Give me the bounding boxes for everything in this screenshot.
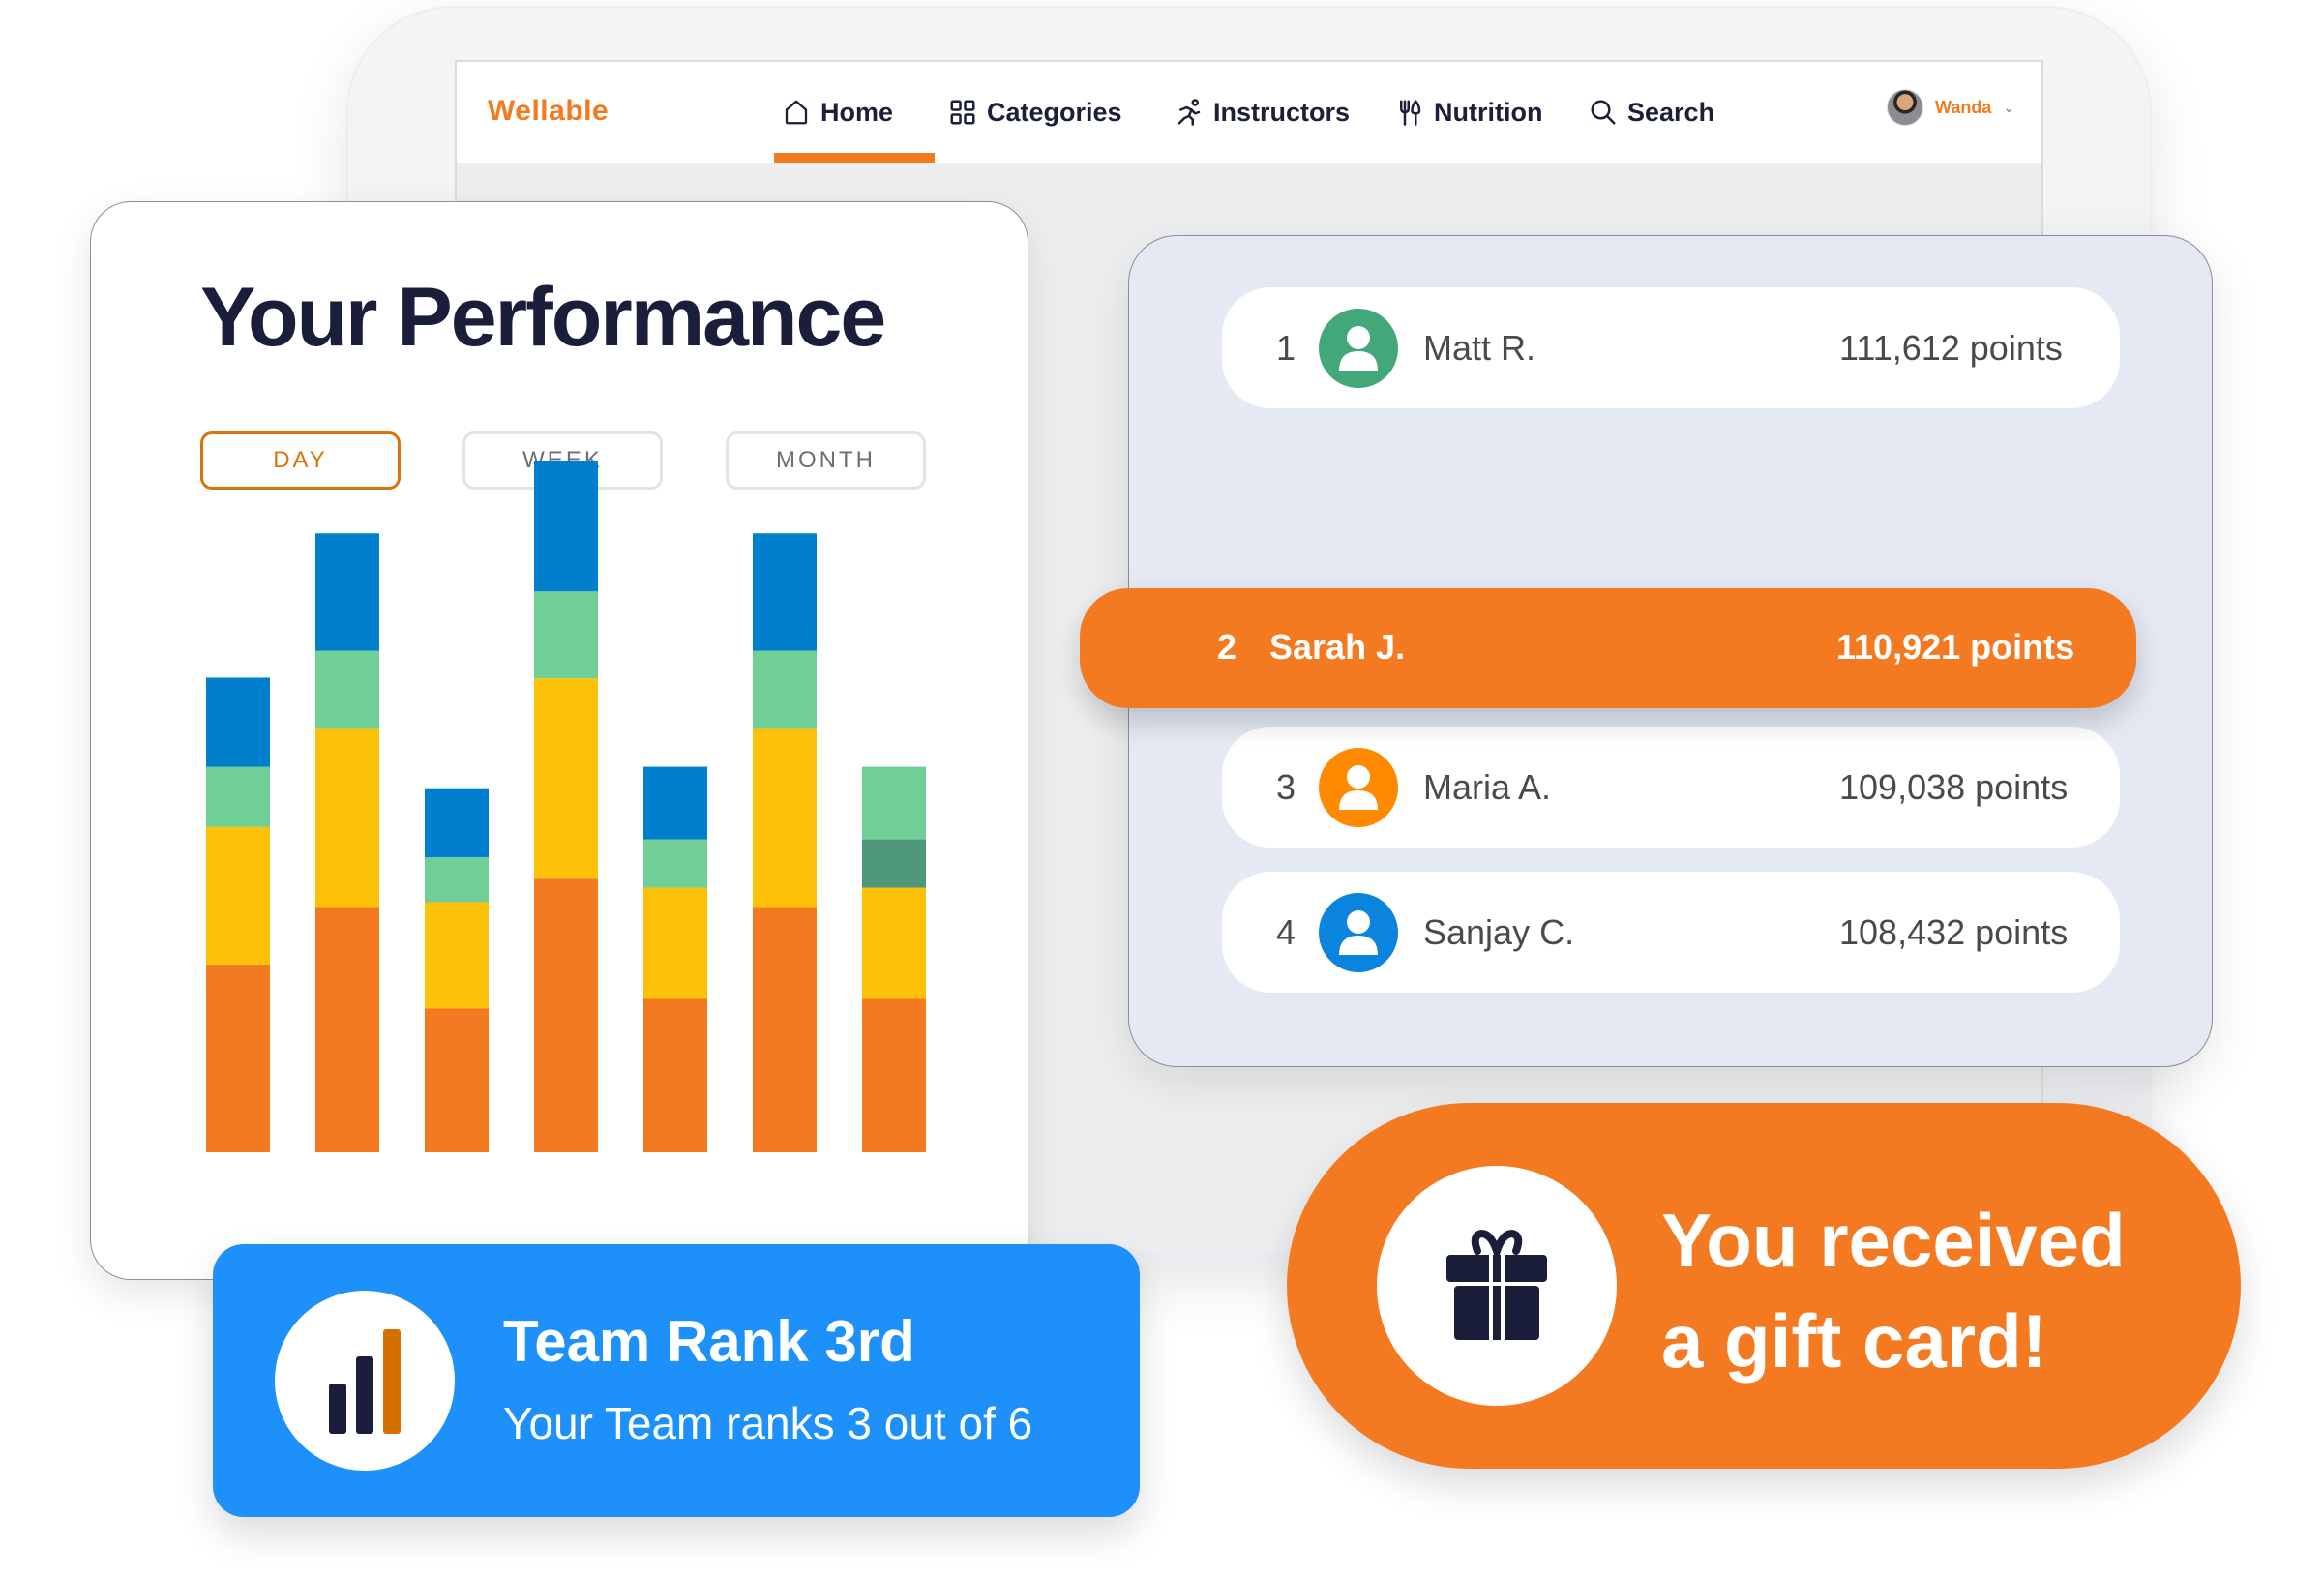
bar-segment-orange-5 — [643, 998, 707, 1152]
bar-segment-green-7 — [862, 766, 926, 840]
user-menu[interactable]: Wanda ⌄ — [1887, 89, 2014, 126]
team-icon-badge — [275, 1291, 455, 1471]
runner-icon — [1177, 99, 1201, 126]
user-name: Maria A. — [1423, 766, 1552, 807]
bar-segment-orange-3 — [425, 1008, 489, 1152]
user-points: 110,921 points — [1836, 627, 2075, 667]
team-rank-card: Team Rank 3rd Your Team ranks 3 out of 6 — [213, 1244, 1140, 1517]
bar-segment-green-6 — [753, 650, 817, 729]
bar-segment-green-1 — [206, 766, 270, 827]
gift-icon-badge — [1377, 1166, 1617, 1406]
bar-segment-yellow-3 — [425, 902, 489, 1009]
nav-categories-label: Categories — [987, 97, 1122, 127]
bar-segment-yellow-5 — [643, 887, 707, 999]
bar-segment-yellow-4 — [534, 678, 598, 879]
user-avatar-icon — [1319, 747, 1398, 827]
gift-message-line1: You received — [1661, 1198, 2126, 1283]
nav-instructors[interactable]: Instructors — [1175, 93, 1350, 132]
nav-search-label: Search — [1627, 97, 1715, 127]
team-rank-subtitle: Your Team ranks 3 out of 6 — [503, 1398, 1033, 1448]
top-navbar: Wellable Home Categories Instructors Nut… — [457, 62, 2041, 163]
tab-month[interactable]: MONTH — [726, 431, 926, 490]
search-icon — [1591, 100, 1616, 125]
gift-icon — [1446, 1229, 1547, 1340]
performance-title: Your Performance — [200, 271, 886, 364]
fork-knife-icon — [1400, 100, 1421, 126]
rank-number: 1 — [1276, 327, 1296, 368]
user-name: Sanjay C. — [1423, 911, 1575, 952]
bar-segment-orange-7 — [862, 998, 926, 1152]
bar-segment-orange-1 — [206, 964, 270, 1152]
bar-segment-orange-4 — [534, 878, 598, 1152]
bar-segment-blue-1 — [206, 677, 270, 767]
bar-segment-yellow-7 — [862, 887, 926, 999]
bar-segment-green-4 — [534, 591, 598, 679]
bar-segment-orange-2 — [315, 907, 379, 1152]
active-tab-indicator — [774, 153, 935, 163]
nav-nutrition-label: Nutrition — [1434, 97, 1543, 127]
user-name: Matt R. — [1423, 327, 1536, 368]
rank-number: 4 — [1276, 911, 1296, 952]
bar-segment-yellow-1 — [206, 826, 270, 965]
bar-segment-green-3 — [425, 857, 489, 903]
bar-segment-dark-green-7 — [862, 839, 926, 888]
bar-segment-blue-6 — [753, 533, 817, 651]
home-icon — [785, 100, 808, 125]
bar-chart-icon — [329, 1329, 401, 1434]
grid-icon — [950, 100, 975, 125]
bar-segment-green-5 — [643, 839, 707, 888]
nav-categories[interactable]: Categories — [948, 93, 1122, 132]
user-avatar-icon — [1319, 308, 1398, 388]
bar-segment-blue-5 — [643, 766, 707, 840]
user-points: 108,432 points — [1839, 911, 2069, 952]
tab-day[interactable]: DAY — [200, 431, 401, 490]
nav-home-label: Home — [820, 97, 894, 127]
leaderboard-row[interactable]: 4 Sanjay C. 108,432 points — [1222, 872, 2120, 993]
bar-segment-blue-2 — [315, 533, 379, 651]
tab-week[interactable]: WEEK — [462, 431, 663, 490]
bar-segment-orange-6 — [753, 907, 817, 1152]
user-name: Wanda — [1935, 97, 1992, 117]
performance-card: Your Performance DAY WEEK MONTH — [90, 201, 1028, 1280]
chevron-down-icon: ⌄ — [2003, 99, 2015, 115]
team-rank-title: Team Rank 3rd — [503, 1309, 915, 1374]
leaderboard-row[interactable]: 3 Maria A. 109,038 points — [1222, 727, 2120, 848]
user-avatar-icon — [1319, 892, 1398, 972]
bar-segment-yellow-2 — [315, 728, 379, 908]
bar-segment-blue-3 — [425, 788, 489, 858]
user-avatar — [1887, 89, 1923, 126]
rank-number: 3 — [1276, 766, 1296, 807]
leaderboard-row-current-user[interactable]: 2 Sarah J. 110,921 points — [1080, 588, 2136, 708]
nav-instructors-label: Instructors — [1213, 97, 1351, 127]
app-logo[interactable]: Wellable — [488, 95, 609, 128]
user-points: 111,612 points — [1839, 327, 2063, 368]
nav-nutrition[interactable]: Nutrition — [1395, 93, 1542, 132]
gift-message-line2: a gift card! — [1661, 1298, 2047, 1384]
gift-card-notification[interactable]: You received a gift card! — [1287, 1103, 2241, 1469]
leaderboard-row[interactable]: 1 Matt R. 111,612 points — [1222, 287, 2120, 408]
bar-segment-yellow-6 — [753, 728, 817, 908]
rank-number: 2 — [1217, 627, 1237, 667]
user-points: 109,038 points — [1839, 766, 2069, 807]
nav-home[interactable]: Home — [782, 93, 893, 132]
nav-search[interactable]: Search — [1589, 93, 1714, 132]
bar-segment-green-2 — [315, 650, 379, 729]
user-name: Sarah J. — [1269, 627, 1406, 667]
gift-message: You received a gift card! — [1661, 1190, 2126, 1391]
